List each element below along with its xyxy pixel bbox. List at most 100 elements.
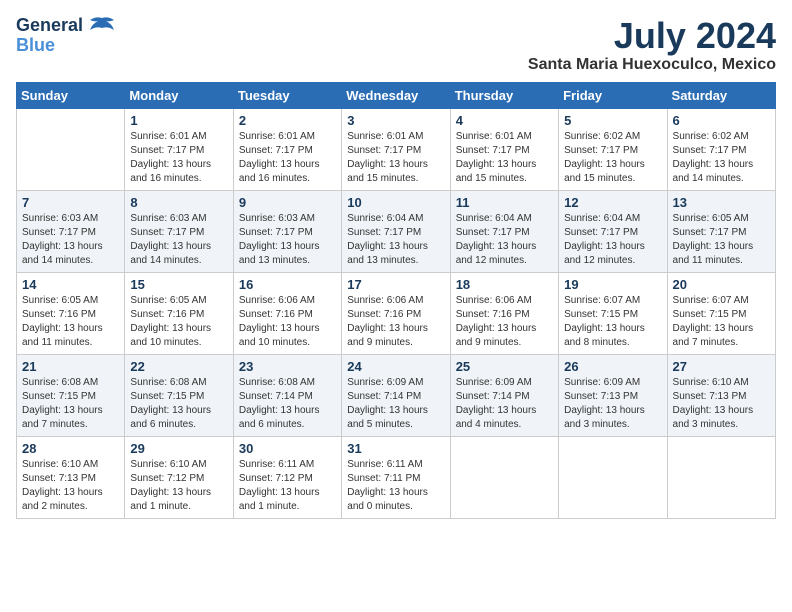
page-header: General Blue July 2024 Santa Maria Huexo… xyxy=(16,16,776,74)
day-info: Sunrise: 6:01 AM Sunset: 7:17 PM Dayligh… xyxy=(347,130,444,186)
calendar-cell: 14Sunrise: 6:05 AM Sunset: 7:16 PM Dayli… xyxy=(17,272,125,354)
day-number: 24 xyxy=(347,359,444,374)
calendar-cell: 22 Sunrise: 6:08 AM Sunset: 7:15 PM Dayli… xyxy=(125,354,233,436)
day-number: 8 xyxy=(130,195,227,210)
day-number: 12 xyxy=(564,195,661,210)
day-info: Sunrise: 6:04 AM Sunset: 7:17 PM Dayligh… xyxy=(564,212,661,268)
day-info: Sunrise: 6:02 AM Sunset: 7:17 PM Dayligh… xyxy=(673,130,770,186)
day-number: 19 xyxy=(564,277,661,292)
day-info: Sunrise: 6:03 AM Sunset: 7:17 PM Dayligh… xyxy=(239,212,336,268)
day-info: Sunrise: 6:11 AM Sunset: 7:12 PM Dayligh… xyxy=(239,458,336,514)
day-number: 31 xyxy=(347,441,444,456)
logo: General Blue xyxy=(16,16,116,56)
day-number: 15 xyxy=(130,277,227,292)
day-number: 23 xyxy=(239,359,336,374)
calendar-cell xyxy=(450,436,558,518)
day-number: 17 xyxy=(347,277,444,292)
location-title: Santa Maria Huexoculco, Mexico xyxy=(528,56,776,74)
day-info: Sunrise: 6:09 AM Sunset: 7:14 PM Dayligh… xyxy=(347,376,444,432)
day-number: 4 xyxy=(456,113,553,128)
calendar-cell: 16 Sunrise: 6:06 AM Sunset: 7:16 PM Dayli… xyxy=(233,272,341,354)
calendar-cell: 30 Sunrise: 6:11 AM Sunset: 7:12 PM Dayli… xyxy=(233,436,341,518)
calendar-cell: 17 Sunrise: 6:06 AM Sunset: 7:16 PM Dayli… xyxy=(342,272,450,354)
day-number: 3 xyxy=(347,113,444,128)
calendar-cell: 10 Sunrise: 6:04 AM Sunset: 7:17 PM Dayli… xyxy=(342,190,450,272)
calendar-cell: 29Sunrise: 6:10 AM Sunset: 7:12 PM Dayli… xyxy=(125,436,233,518)
day-info: Sunrise: 6:06 AM Sunset: 7:16 PM Dayligh… xyxy=(456,294,553,350)
logo-bird-icon xyxy=(88,16,116,36)
calendar-cell: 25 Sunrise: 6:09 AM Sunset: 7:14 PM Dayli… xyxy=(450,354,558,436)
day-number: 2 xyxy=(239,113,336,128)
day-number: 26 xyxy=(564,359,661,374)
day-info: Sunrise: 6:08 AM Sunset: 7:15 PM Dayligh… xyxy=(130,376,227,432)
calendar-header-row: SundayMondayTuesdayWednesdayThursdayFrid… xyxy=(17,82,776,108)
calendar-cell: 12 Sunrise: 6:04 AM Sunset: 7:17 PM Dayli… xyxy=(559,190,667,272)
calendar-table: SundayMondayTuesdayWednesdayThursdayFrid… xyxy=(16,82,776,519)
day-header-friday: Friday xyxy=(559,82,667,108)
calendar-week-row: 28 Sunrise: 6:10 AM Sunset: 7:13 PM Dayli… xyxy=(17,436,776,518)
calendar-cell: 20Sunrise: 6:07 AM Sunset: 7:15 PM Dayli… xyxy=(667,272,775,354)
logo-text-block: General Blue xyxy=(16,16,116,56)
day-info: Sunrise: 6:01 AM Sunset: 7:17 PM Dayligh… xyxy=(239,130,336,186)
day-number: 22 xyxy=(130,359,227,374)
day-info: Sunrise: 6:04 AM Sunset: 7:17 PM Dayligh… xyxy=(347,212,444,268)
calendar-cell xyxy=(17,108,125,190)
day-info: Sunrise: 6:10 AM Sunset: 7:13 PM Dayligh… xyxy=(22,458,119,514)
day-number: 29 xyxy=(130,441,227,456)
logo-line2: Blue xyxy=(16,36,116,56)
calendar-cell: 27Sunrise: 6:10 AM Sunset: 7:13 PM Dayli… xyxy=(667,354,775,436)
calendar-week-row: 14Sunrise: 6:05 AM Sunset: 7:16 PM Dayli… xyxy=(17,272,776,354)
day-number: 7 xyxy=(22,195,119,210)
day-info: Sunrise: 6:06 AM Sunset: 7:16 PM Dayligh… xyxy=(239,294,336,350)
calendar-cell: 31 Sunrise: 6:11 AM Sunset: 7:11 PM Dayli… xyxy=(342,436,450,518)
day-info: Sunrise: 6:03 AM Sunset: 7:17 PM Dayligh… xyxy=(130,212,227,268)
calendar-week-row: 21 Sunrise: 6:08 AM Sunset: 7:15 PM Dayli… xyxy=(17,354,776,436)
day-info: Sunrise: 6:02 AM Sunset: 7:17 PM Dayligh… xyxy=(564,130,661,186)
day-info: Sunrise: 6:09 AM Sunset: 7:13 PM Dayligh… xyxy=(564,376,661,432)
calendar-cell: 4Sunrise: 6:01 AM Sunset: 7:17 PM Daylig… xyxy=(450,108,558,190)
day-header-monday: Monday xyxy=(125,82,233,108)
day-number: 30 xyxy=(239,441,336,456)
day-number: 13 xyxy=(673,195,770,210)
calendar-cell: 5 Sunrise: 6:02 AM Sunset: 7:17 PM Daylig… xyxy=(559,108,667,190)
day-header-saturday: Saturday xyxy=(667,82,775,108)
calendar-week-row: 1 Sunrise: 6:01 AM Sunset: 7:17 PM Daylig… xyxy=(17,108,776,190)
day-number: 28 xyxy=(22,441,119,456)
calendar-cell: 8 Sunrise: 6:03 AM Sunset: 7:17 PM Daylig… xyxy=(125,190,233,272)
calendar-cell: 3 Sunrise: 6:01 AM Sunset: 7:17 PM Daylig… xyxy=(342,108,450,190)
month-title: July 2024 xyxy=(528,16,776,56)
day-info: Sunrise: 6:08 AM Sunset: 7:15 PM Dayligh… xyxy=(22,376,119,432)
calendar-cell: 19Sunrise: 6:07 AM Sunset: 7:15 PM Dayli… xyxy=(559,272,667,354)
day-number: 6 xyxy=(673,113,770,128)
calendar-cell: 9 Sunrise: 6:03 AM Sunset: 7:17 PM Daylig… xyxy=(233,190,341,272)
calendar-cell: 13Sunrise: 6:05 AM Sunset: 7:17 PM Dayli… xyxy=(667,190,775,272)
title-area: July 2024 Santa Maria Huexoculco, Mexico xyxy=(528,16,776,74)
day-info: Sunrise: 6:10 AM Sunset: 7:13 PM Dayligh… xyxy=(673,376,770,432)
day-number: 25 xyxy=(456,359,553,374)
day-info: Sunrise: 6:09 AM Sunset: 7:14 PM Dayligh… xyxy=(456,376,553,432)
calendar-cell: 11Sunrise: 6:04 AM Sunset: 7:17 PM Dayli… xyxy=(450,190,558,272)
day-info: Sunrise: 6:08 AM Sunset: 7:14 PM Dayligh… xyxy=(239,376,336,432)
day-info: Sunrise: 6:01 AM Sunset: 7:17 PM Dayligh… xyxy=(130,130,227,186)
day-number: 10 xyxy=(347,195,444,210)
day-header-thursday: Thursday xyxy=(450,82,558,108)
day-info: Sunrise: 6:06 AM Sunset: 7:16 PM Dayligh… xyxy=(347,294,444,350)
day-info: Sunrise: 6:04 AM Sunset: 7:17 PM Dayligh… xyxy=(456,212,553,268)
day-number: 1 xyxy=(130,113,227,128)
day-number: 18 xyxy=(456,277,553,292)
day-number: 5 xyxy=(564,113,661,128)
day-number: 16 xyxy=(239,277,336,292)
day-number: 9 xyxy=(239,195,336,210)
day-number: 20 xyxy=(673,277,770,292)
calendar-cell: 28 Sunrise: 6:10 AM Sunset: 7:13 PM Dayli… xyxy=(17,436,125,518)
day-header-wednesday: Wednesday xyxy=(342,82,450,108)
calendar-week-row: 7 Sunrise: 6:03 AM Sunset: 7:17 PM Daylig… xyxy=(17,190,776,272)
day-info: Sunrise: 6:11 AM Sunset: 7:11 PM Dayligh… xyxy=(347,458,444,514)
calendar-cell: 26 Sunrise: 6:09 AM Sunset: 7:13 PM Dayli… xyxy=(559,354,667,436)
calendar-cell: 2 Sunrise: 6:01 AM Sunset: 7:17 PM Daylig… xyxy=(233,108,341,190)
day-info: Sunrise: 6:03 AM Sunset: 7:17 PM Dayligh… xyxy=(22,212,119,268)
day-info: Sunrise: 6:05 AM Sunset: 7:16 PM Dayligh… xyxy=(130,294,227,350)
calendar-cell: 23 Sunrise: 6:08 AM Sunset: 7:14 PM Dayli… xyxy=(233,354,341,436)
day-header-tuesday: Tuesday xyxy=(233,82,341,108)
day-number: 21 xyxy=(22,359,119,374)
